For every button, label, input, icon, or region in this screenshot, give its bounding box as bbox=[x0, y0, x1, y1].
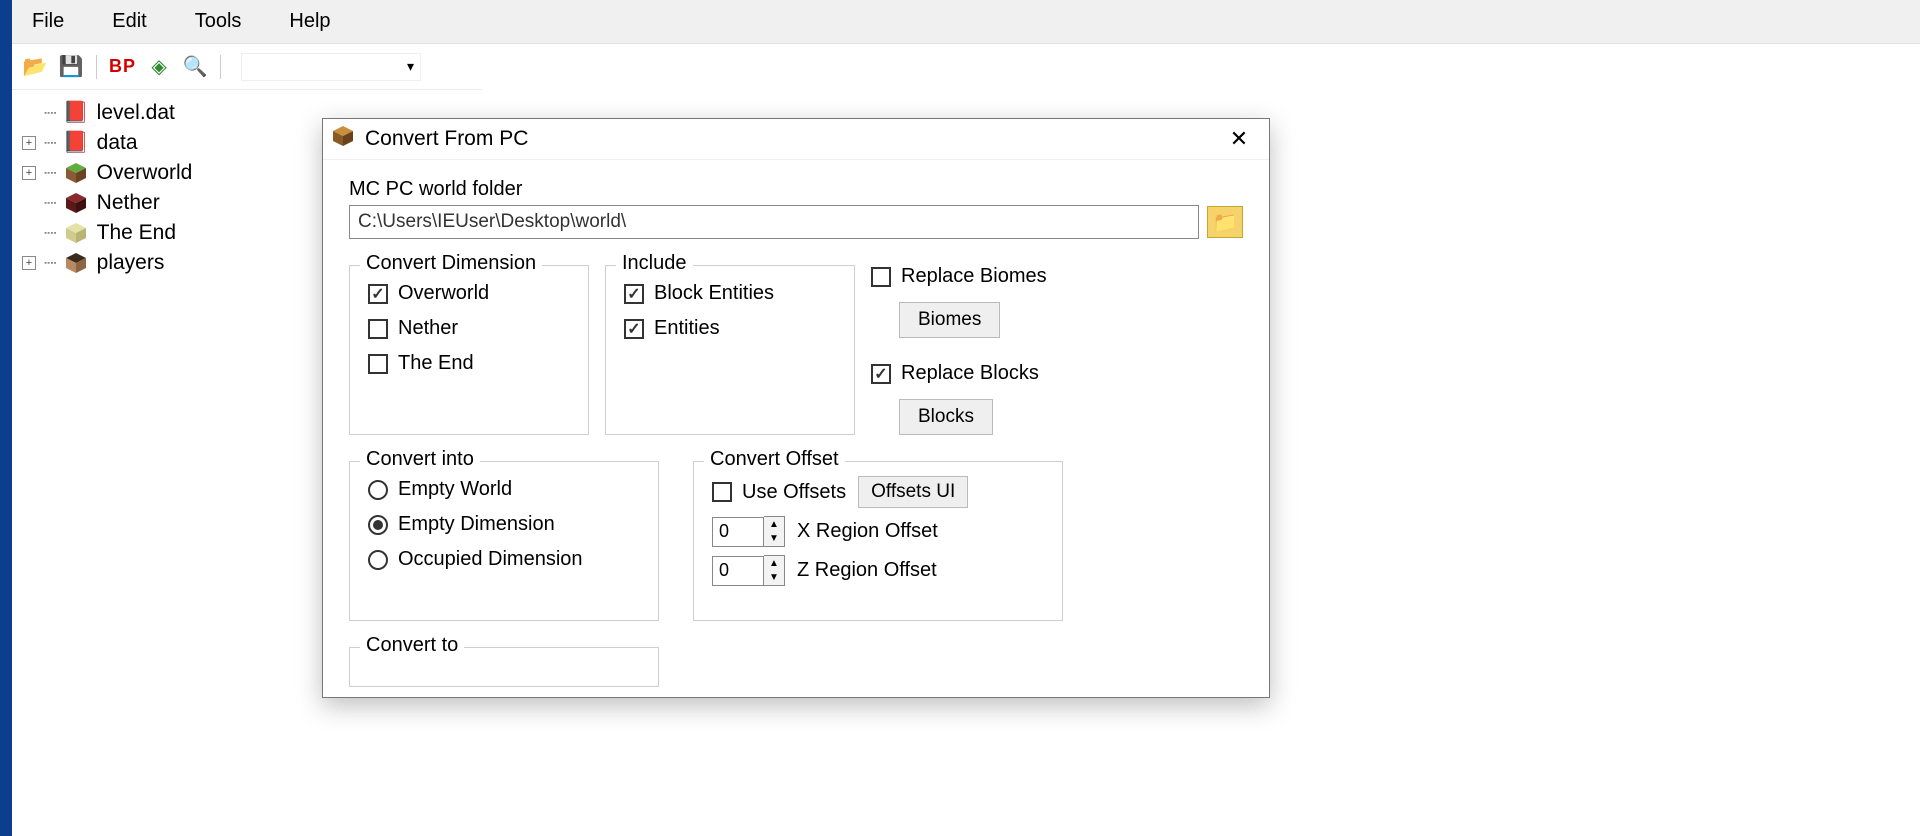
dialog-title: Convert From PC bbox=[365, 127, 528, 151]
convert-to-group: Convert to bbox=[349, 647, 659, 687]
z-offset-label: Z Region Offset bbox=[797, 559, 937, 582]
checkbox-icon bbox=[624, 284, 644, 304]
radio-icon bbox=[368, 515, 388, 535]
dialog-titlebar: Convert From PC ✕ bbox=[323, 119, 1269, 160]
book-icon: 📕 bbox=[63, 130, 89, 156]
browse-folder-button[interactable]: 📁 bbox=[1207, 206, 1243, 238]
checkbox-overworld[interactable]: Overworld bbox=[368, 276, 570, 311]
radio-occupied-dimension[interactable]: Occupied Dimension bbox=[368, 542, 640, 577]
x-offset-label: X Region Offset bbox=[797, 520, 938, 543]
checkbox-icon bbox=[368, 319, 388, 339]
include-group: Include Block Entities Entities bbox=[605, 265, 855, 435]
open-folder-icon[interactable]: 📂 bbox=[22, 54, 48, 80]
tree-label: players bbox=[97, 251, 165, 275]
convert-offset-group: Convert Offset Use Offsets Offsets UI ▲▼ bbox=[693, 461, 1063, 621]
checkbox-icon bbox=[871, 364, 891, 384]
tree-label: Nether bbox=[97, 191, 160, 215]
group-legend: Convert to bbox=[360, 634, 464, 657]
close-button[interactable]: ✕ bbox=[1217, 123, 1261, 155]
group-legend: Convert Offset bbox=[704, 448, 845, 471]
checkbox-nether[interactable]: Nether bbox=[368, 311, 570, 346]
menu-tools[interactable]: Tools bbox=[185, 6, 252, 37]
blocks-button[interactable]: Blocks bbox=[899, 399, 993, 435]
checkbox-replace-blocks[interactable]: Replace Blocks bbox=[871, 356, 1047, 391]
checkbox-label: Replace Biomes bbox=[901, 265, 1047, 288]
tree-label: data bbox=[97, 131, 138, 155]
tree-toggle bbox=[22, 106, 36, 120]
main-window: File Edit Tools Help 📂 💾 BP ◈ 🔍 ┈ 📕 leve… bbox=[12, 0, 1920, 836]
spin-up-icon[interactable]: ▲ bbox=[764, 517, 784, 532]
menu-bar: File Edit Tools Help bbox=[12, 0, 1920, 44]
folder-label: MC PC world folder bbox=[349, 178, 1243, 201]
checkbox-label: The End bbox=[398, 352, 474, 375]
radio-icon bbox=[368, 480, 388, 500]
radio-label: Empty Dimension bbox=[398, 513, 555, 536]
tree-label: level.dat bbox=[97, 101, 175, 125]
replace-column: Replace Biomes Biomes Replace Blocks Blo… bbox=[871, 259, 1047, 435]
folder-icon: 📁 bbox=[1213, 210, 1238, 235]
group-legend: Convert Dimension bbox=[360, 252, 542, 275]
chest-icon bbox=[331, 124, 355, 154]
biomes-button[interactable]: Biomes bbox=[899, 302, 1000, 338]
menu-file[interactable]: File bbox=[22, 6, 74, 37]
map-icon[interactable]: ◈ bbox=[146, 54, 172, 80]
toolbar-separator bbox=[96, 55, 97, 79]
grass-block-icon bbox=[63, 160, 89, 186]
checkbox-icon bbox=[712, 482, 732, 502]
checkbox-label: Entities bbox=[654, 317, 720, 340]
search-icon[interactable]: 🔍 bbox=[182, 54, 208, 80]
tree-expand[interactable]: + bbox=[22, 166, 36, 180]
group-legend: Convert into bbox=[360, 448, 480, 471]
checkbox-label: Block Entities bbox=[654, 282, 774, 305]
checkbox-icon bbox=[368, 284, 388, 304]
checkbox-the-end[interactable]: The End bbox=[368, 346, 570, 381]
checkbox-entities[interactable]: Entities bbox=[624, 311, 836, 346]
bp-icon[interactable]: BP bbox=[109, 56, 136, 77]
tree-toggle bbox=[22, 226, 36, 240]
offsets-ui-button[interactable]: Offsets UI bbox=[858, 476, 968, 508]
book-icon: 📕 bbox=[63, 100, 89, 126]
checkbox-use-offsets[interactable]: Use Offsets bbox=[712, 481, 846, 504]
radio-icon bbox=[368, 550, 388, 570]
save-icon[interactable]: 💾 bbox=[58, 54, 84, 80]
spin-down-icon[interactable]: ▼ bbox=[764, 571, 784, 586]
group-legend: Include bbox=[616, 252, 693, 275]
menu-edit[interactable]: Edit bbox=[102, 6, 156, 37]
checkbox-replace-biomes[interactable]: Replace Biomes bbox=[871, 259, 1047, 294]
z-offset-spinner[interactable]: ▲▼ bbox=[712, 555, 785, 586]
checkbox-icon bbox=[624, 319, 644, 339]
z-offset-input[interactable] bbox=[712, 556, 764, 586]
checkbox-label: Use Offsets bbox=[742, 481, 846, 504]
radio-label: Empty World bbox=[398, 478, 512, 501]
x-offset-input[interactable] bbox=[712, 517, 764, 547]
radio-empty-dimension[interactable]: Empty Dimension bbox=[368, 507, 640, 542]
radio-empty-world[interactable]: Empty World bbox=[368, 472, 640, 507]
checkbox-block-entities[interactable]: Block Entities bbox=[624, 276, 836, 311]
convert-dimension-group: Convert Dimension Overworld Nether The E… bbox=[349, 265, 589, 435]
toolbar-dropdown[interactable] bbox=[241, 53, 421, 81]
toolbar-separator-2 bbox=[220, 55, 221, 79]
x-offset-spinner[interactable]: ▲▼ bbox=[712, 516, 785, 547]
spin-up-icon[interactable]: ▲ bbox=[764, 556, 784, 571]
menu-help[interactable]: Help bbox=[279, 6, 340, 37]
tree-expand[interactable]: + bbox=[22, 256, 36, 270]
player-head-icon bbox=[63, 250, 89, 276]
convert-into-group: Convert into Empty World Empty Dimension… bbox=[349, 461, 659, 621]
tree-toggle bbox=[22, 196, 36, 210]
checkbox-label: Overworld bbox=[398, 282, 489, 305]
tree-label: Overworld bbox=[97, 161, 193, 185]
radio-label: Occupied Dimension bbox=[398, 548, 583, 571]
convert-from-pc-dialog: Convert From PC ✕ MC PC world folder 📁 C… bbox=[322, 118, 1270, 698]
checkbox-label: Replace Blocks bbox=[901, 362, 1039, 385]
spin-down-icon[interactable]: ▼ bbox=[764, 532, 784, 547]
tree-label: The End bbox=[97, 221, 176, 245]
checkbox-icon bbox=[368, 354, 388, 374]
checkbox-icon bbox=[871, 267, 891, 287]
tree-expand[interactable]: + bbox=[22, 136, 36, 150]
netherrack-icon bbox=[63, 190, 89, 216]
toolbar: 📂 💾 BP ◈ 🔍 bbox=[12, 44, 482, 90]
world-folder-input[interactable] bbox=[349, 205, 1199, 239]
checkbox-label: Nether bbox=[398, 317, 458, 340]
endstone-icon bbox=[63, 220, 89, 246]
